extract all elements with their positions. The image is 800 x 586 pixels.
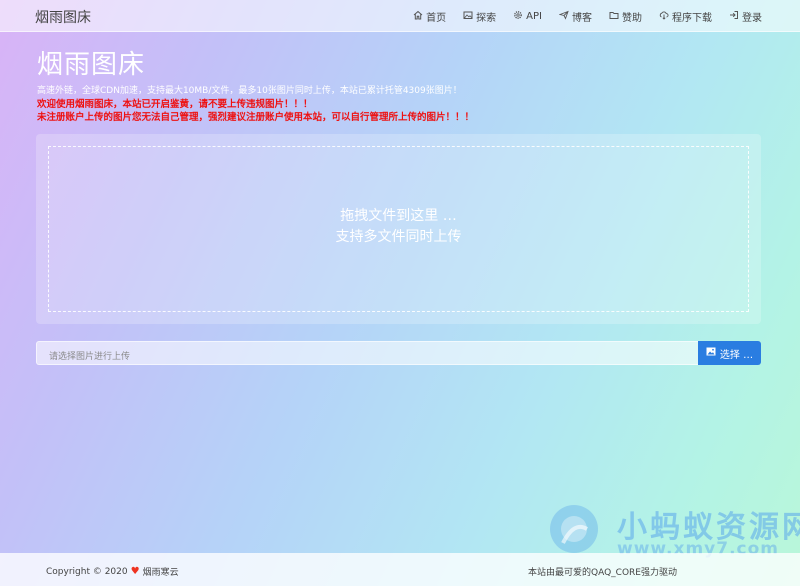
nav-item-api[interactable]: API bbox=[513, 9, 542, 24]
nav-label-api: API bbox=[526, 11, 542, 22]
login-icon bbox=[729, 10, 739, 23]
heart-icon: ♥ bbox=[130, 566, 140, 577]
nav-label-sponsor: 赞助 bbox=[622, 13, 642, 24]
gear-icon bbox=[513, 10, 523, 23]
select-file-button[interactable]: 选择 … bbox=[698, 341, 761, 365]
nav-item-explore[interactable]: 探索 bbox=[463, 9, 496, 24]
folder-icon bbox=[609, 10, 619, 23]
nav-item-home[interactable]: 首页 bbox=[413, 9, 446, 24]
image-icon bbox=[463, 10, 473, 23]
watermark-logo-icon bbox=[550, 505, 598, 553]
picture-icon bbox=[706, 347, 716, 359]
warning-register-notice: 未注册账户上传的图片您无法自己管理，强烈建议注册账户使用本站，可以自行管理所上传… bbox=[37, 112, 475, 123]
nav-item-download[interactable]: 程序下载 bbox=[659, 9, 712, 24]
drop-zone-hint: 支持多文件同时上传 bbox=[335, 229, 462, 245]
page-title: 烟雨图床 bbox=[37, 50, 146, 80]
nav-item-blog[interactable]: 博客 bbox=[558, 9, 592, 24]
drop-zone-caption: 拖拽文件到这里 … bbox=[340, 208, 457, 224]
copyright-text: Copyright © 2020 bbox=[46, 566, 128, 577]
nav-item-login[interactable]: 登录 bbox=[729, 9, 762, 24]
file-drop-zone[interactable]: 拖拽文件到这里 … 支持多文件同时上传 bbox=[48, 146, 749, 312]
warning-review-notice: 欢迎使用烟雨图床，本站已开启鉴黄，请不要上传违规图片！！！ bbox=[37, 99, 313, 110]
footer-site-link[interactable]: 烟雨寒云 bbox=[143, 565, 179, 578]
upload-panel: 拖拽文件到这里 … 支持多文件同时上传 bbox=[36, 134, 761, 324]
top-navbar: 烟雨图床 首页 探索 API 博客 赞助 程序下载 登录 bbox=[0, 0, 800, 32]
nav-label-blog: 博客 bbox=[572, 13, 592, 24]
footer: Copyright © 2020 ♥ 烟雨寒云 本站由最可爱的QAQ_CORE强… bbox=[0, 553, 800, 586]
select-button-label: 选择 … bbox=[719, 349, 754, 361]
home-icon bbox=[413, 10, 423, 23]
brand-logo-text[interactable]: 烟雨图床 bbox=[35, 7, 91, 27]
nav-label-explore: 探索 bbox=[476, 13, 497, 24]
nav-label-home: 首页 bbox=[426, 13, 447, 24]
footer-copyright-block: Copyright © 2020 ♥ 烟雨寒云 bbox=[46, 565, 179, 578]
footer-powered-by: 本站由最可爱的QAQ_CORE强力驱动 bbox=[528, 568, 677, 578]
nav-label-login: 登录 bbox=[742, 13, 762, 24]
site-description: 高速外链，全球CDN加速，支持最大10MB/文件，最多10张图片同时上传，本站已… bbox=[37, 86, 462, 96]
nav-item-sponsor[interactable]: 赞助 bbox=[609, 9, 642, 24]
plane-icon bbox=[558, 10, 569, 23]
nav-label-download: 程序下载 bbox=[672, 13, 712, 24]
cloud-download-icon bbox=[659, 10, 669, 23]
nav-menu: 首页 探索 API 博客 赞助 程序下载 登录 bbox=[413, 9, 762, 24]
file-path-input[interactable]: 请选择图片进行上传 bbox=[36, 341, 698, 365]
